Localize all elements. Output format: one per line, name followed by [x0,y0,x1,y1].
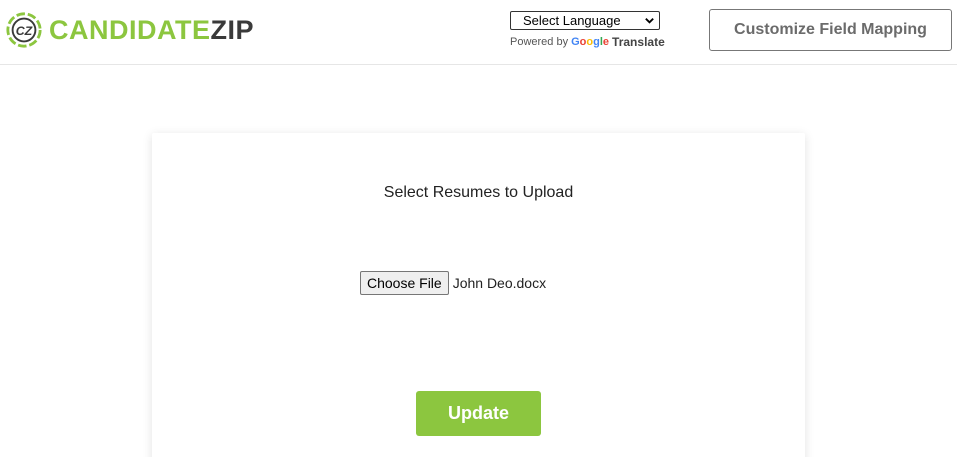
logo-text-zip: ZIP [210,14,255,45]
powered-by-text: Powered by [510,36,569,48]
powered-by-line: Powered by Google Translate [510,35,665,49]
top-header: CZ CANDIDATEZIP Select Language Powered … [0,0,957,65]
customize-field-mapping-button[interactable]: Customize Field Mapping [709,9,952,51]
language-widget: Select Language Powered by Google Transl… [510,11,665,49]
upload-card: Select Resumes to Upload Choose File Joh… [152,133,805,457]
choose-file-button[interactable]: Choose File [360,271,449,295]
logo-text-candidate: CANDIDATE [49,14,211,45]
language-select-value: Select Language [523,13,621,28]
translate-link[interactable]: Translate [612,35,665,49]
upload-title: Select Resumes to Upload [383,184,574,201]
svg-text:CZ: CZ [16,24,33,38]
candidatezip-logo[interactable]: CZ CANDIDATEZIP [5,10,254,50]
update-button[interactable]: Update [416,391,541,436]
cz-logo-icon: CZ [6,12,42,48]
file-input: Choose File John Deo.docx [360,271,546,295]
google-logo: Google [571,36,610,48]
language-select[interactable]: Select Language [510,11,660,30]
logo-wordmark: CANDIDATEZIP [49,14,255,45]
chevron-down-icon [645,18,654,24]
selected-file-name: John Deo.docx [452,275,547,291]
